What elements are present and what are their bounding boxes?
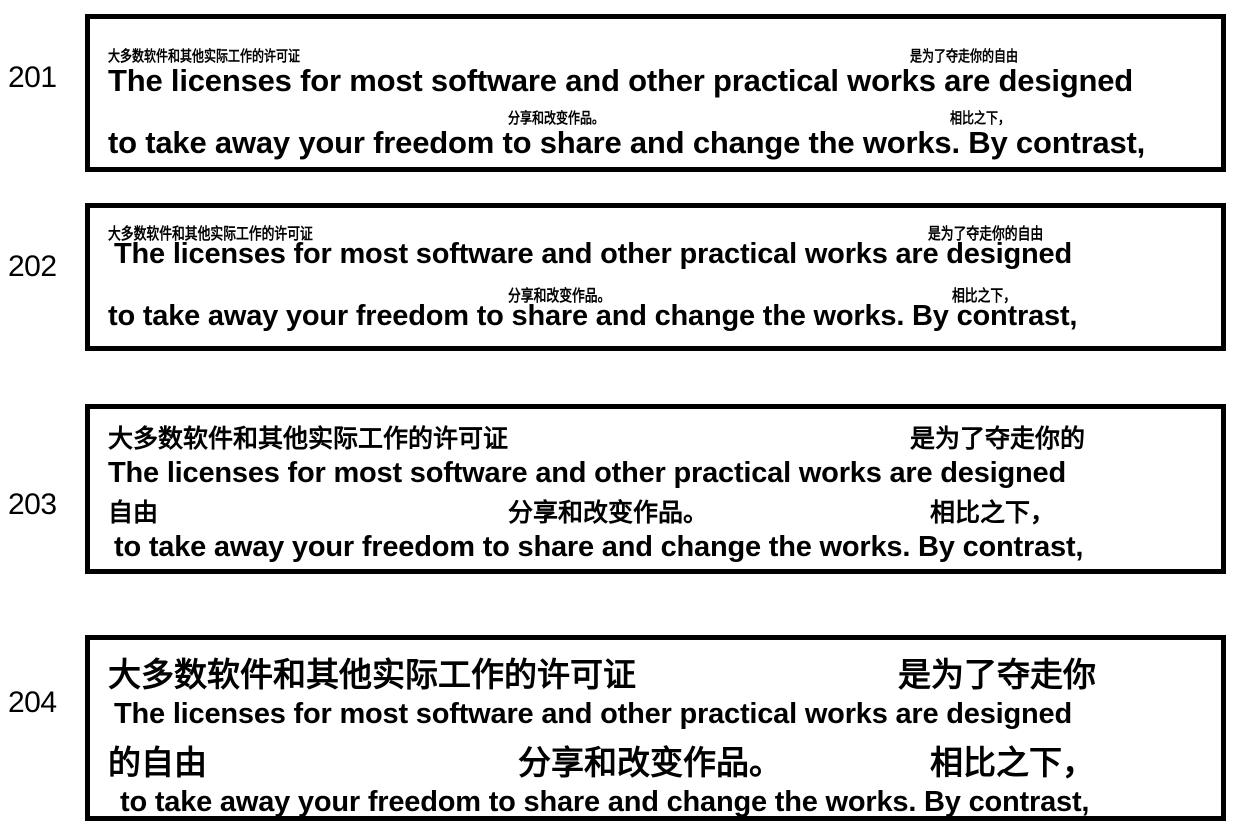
chinese-annotation-text: 是为了夺走你	[898, 655, 1096, 694]
chinese-annotation-text: 分享和改变作品。	[518, 743, 782, 782]
panel-content: 大多数软件和其他实际工作的许可证 是为了夺走你的 The licenses for …	[90, 409, 1221, 569]
english-source-text: The licenses for most software and other…	[114, 698, 1072, 730]
panel-box: 大多数软件和其他实际工作的许可证 是为了夺走你的 The licenses for …	[85, 404, 1226, 574]
english-source-text: to take away your freedom to share and c…	[108, 125, 1146, 160]
panel-content: 大多数软件和其他实际工作的许可证 是为了夺走你的自由 The licenses fo…	[90, 208, 1221, 346]
english-source-text: to take away your freedom to share and c…	[108, 300, 1078, 332]
panel-number-label: 204	[8, 686, 57, 719]
english-source-text: The licenses for most software and other…	[108, 457, 1066, 489]
chinese-annotation-text: 是为了夺走你的	[910, 424, 1086, 453]
english-source-text: to take away your freedom to share and c…	[114, 531, 1084, 563]
panel-number-label: 202	[8, 250, 57, 283]
chinese-annotation-text: 自由	[108, 498, 159, 527]
english-source-text: to take away your freedom to share and c…	[120, 786, 1090, 818]
chinese-annotation-text: 分享和改变作品。	[508, 498, 709, 527]
english-source-text: The licenses for most software and other…	[114, 238, 1072, 270]
figure-root: 201 大多数软件和其他实际工作的许可证 是为了夺走你的自由 The licenses…	[0, 0, 1239, 830]
chinese-annotation-text: 大多数软件和其他实际工作的许可证	[108, 424, 509, 453]
panel-box: 大多数软件和其他实际工作的许可证 是为了夺走你 The licenses for m…	[85, 635, 1226, 821]
panel-content: 大多数软件和其他实际工作的许可证 是为了夺走你 The licenses for m…	[90, 640, 1221, 816]
chinese-annotation-text: 大多数软件和其他实际工作的许可证	[108, 655, 636, 694]
panel-number-label: 203	[8, 488, 57, 521]
chinese-annotation-text: 相比之下，	[930, 743, 1095, 782]
chinese-annotation-text: 的自由	[108, 743, 207, 782]
chinese-annotation-text: 相比之下，	[930, 498, 1056, 527]
panel-box: 大多数软件和其他实际工作的许可证 是为了夺走你的自由 The licenses fo…	[85, 14, 1226, 172]
panel-box: 大多数软件和其他实际工作的许可证 是为了夺走你的自由 The licenses fo…	[85, 203, 1226, 351]
panel-number-label: 201	[8, 61, 57, 94]
panel-content: 大多数软件和其他实际工作的许可证 是为了夺走你的自由 The licenses fo…	[90, 19, 1221, 167]
english-source-text: The licenses for most software and other…	[108, 63, 1134, 98]
